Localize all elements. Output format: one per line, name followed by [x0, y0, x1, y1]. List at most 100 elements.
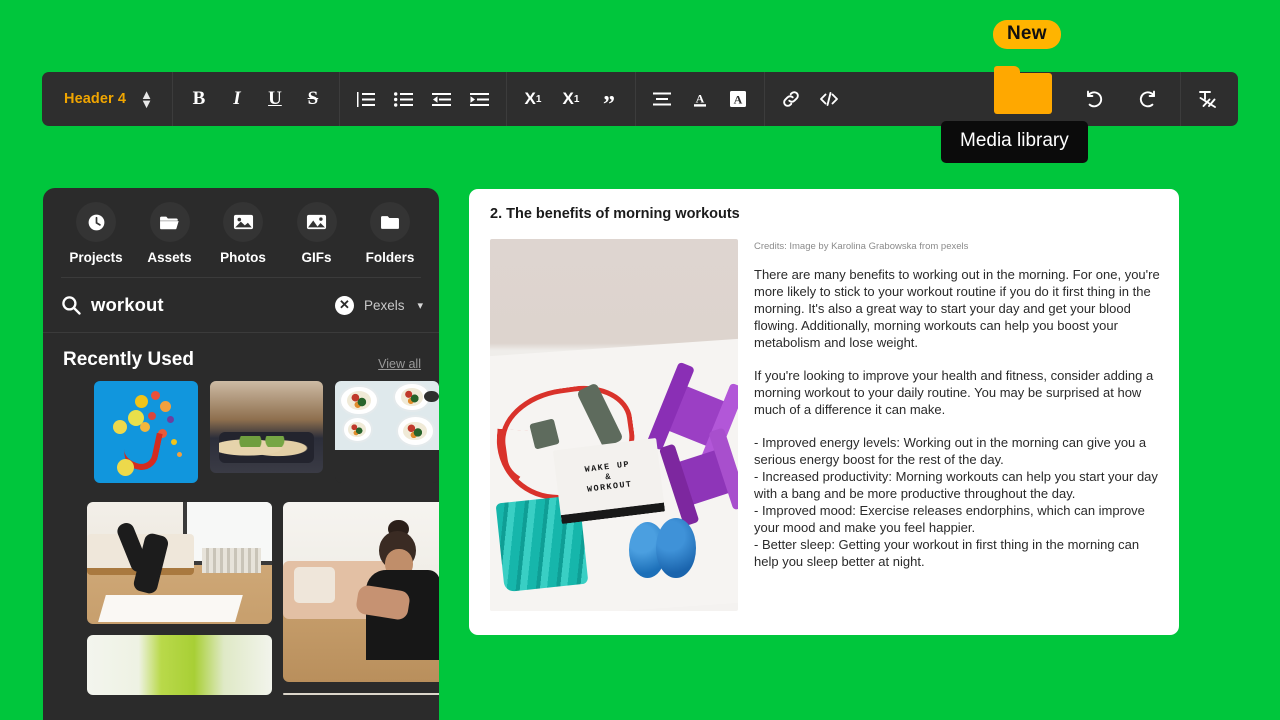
clear-formatting-button[interactable]: [1188, 79, 1226, 119]
underline-button[interactable]: U: [256, 79, 294, 119]
article-paragraph: There are many benefits to working out i…: [754, 267, 1160, 350]
up-down-caret-icon: ▲ ▼: [140, 87, 153, 111]
photo-result-green-plants[interactable]: [87, 635, 272, 695]
align-color-group: A A: [643, 72, 757, 126]
svg-text:A: A: [734, 93, 743, 107]
align-left-button[interactable]: [643, 79, 681, 119]
media-source-select[interactable]: Pexels: [364, 298, 405, 313]
superscript-base: X: [524, 89, 536, 108]
recently-used-strip: [43, 381, 439, 483]
photo-result-stretching-woman[interactable]: [283, 502, 439, 682]
media-library-tooltip: Media library: [941, 121, 1088, 163]
folder-icon: [370, 202, 410, 242]
subscript-base: X: [562, 89, 574, 108]
photo-result-partial-bottom[interactable]: [283, 693, 439, 695]
media-tab-projects[interactable]: Projects: [65, 202, 127, 265]
text-color-button[interactable]: A: [681, 79, 719, 119]
gif-image-icon: [296, 202, 337, 242]
article-bullet: - Better sleep: Getting your workout in …: [754, 537, 1140, 569]
ordered-list-button[interactable]: [347, 79, 385, 119]
article-paragraph: If you're looking to improve your health…: [754, 368, 1154, 417]
subscript-mark: 1: [573, 93, 580, 105]
new-badge: New: [993, 20, 1061, 49]
recent-thumb-tacos[interactable]: [209, 381, 324, 473]
clear-circle-icon[interactable]: ✕: [334, 295, 354, 315]
redo-button[interactable]: [1129, 79, 1167, 119]
recent-thumb-food-bowls[interactable]: [335, 381, 439, 483]
photo-result-yoga-livingroom[interactable]: [87, 502, 272, 624]
svg-text:A: A: [696, 92, 705, 106]
media-tabs: Projects Assets Photos GIFs Folders: [43, 188, 439, 271]
lightbox-sign: WAKE UP & WORKOUT: [552, 437, 666, 525]
superscript-mark: 1: [535, 93, 542, 105]
toolbar-divider: [1180, 72, 1181, 126]
superscript-button[interactable]: X1: [514, 79, 552, 119]
chevron-down-icon[interactable]: ▾: [417, 299, 423, 312]
italic-button[interactable]: I: [218, 79, 256, 119]
insert-group: [772, 72, 848, 126]
recently-used-title: Recently Used: [63, 349, 194, 370]
green-plants-photo: [87, 635, 272, 695]
link-button[interactable]: [772, 79, 810, 119]
app-root: Header 4 ▲ ▼ B I U S X 1 X 1 ” A A New M…: [0, 0, 1280, 720]
media-library-panel: Projects Assets Photos GIFs Folders work…: [43, 188, 439, 720]
blockquote-button[interactable]: ”: [590, 79, 628, 119]
photo-results-grid: [43, 483, 439, 695]
sign-line-2: &: [604, 471, 613, 483]
paragraph-style-select[interactable]: Header 4 ▲ ▼: [50, 72, 165, 126]
workout-flatlay-art: WAKE UP & WORKOUT: [490, 239, 738, 611]
outdent-button[interactable]: [423, 79, 461, 119]
search-input[interactable]: workout: [91, 294, 325, 316]
script-group: X1 X1 ”: [514, 72, 628, 126]
media-tab-assets[interactable]: Assets: [139, 202, 201, 265]
list-group: [347, 72, 499, 126]
photo-grid-column-left: [87, 502, 272, 695]
media-tab-label: Projects: [69, 250, 123, 265]
bold-button[interactable]: B: [180, 79, 218, 119]
lemon-graphic-art: [94, 381, 198, 483]
indent-button[interactable]: [461, 79, 499, 119]
stretching-woman-photo: [283, 502, 439, 682]
document-body: WAKE UP & WORKOUT Credits: Image by Karo…: [484, 239, 1161, 611]
clock-icon: [76, 202, 116, 242]
history-group: [1075, 72, 1167, 126]
image-icon: [223, 202, 263, 242]
search-icon: [61, 295, 81, 315]
editor-toolbar: Header 4 ▲ ▼ B I U S X 1 X 1 ” A A: [42, 72, 1238, 126]
food-bowls-photo: [335, 381, 439, 451]
toolbar-divider: [634, 72, 636, 126]
article-image-wrap: WAKE UP & WORKOUT: [490, 239, 742, 611]
code-button[interactable]: [810, 79, 848, 119]
partial-photo: [283, 693, 439, 695]
toolbar-divider: [338, 72, 340, 126]
media-tab-label: Assets: [147, 250, 192, 265]
toolbar-divider: [505, 72, 507, 126]
article-bullet: - Improved energy levels: Working out in…: [754, 435, 1147, 467]
bullet-list-button[interactable]: [385, 79, 423, 119]
folder-open-icon: [149, 202, 190, 242]
highlight-button[interactable]: A: [719, 79, 757, 119]
view-all-link[interactable]: View all: [378, 357, 421, 371]
media-tab-label: Photos: [220, 250, 266, 265]
article-bullet: - Improved mood: Exercise releases endor…: [754, 503, 1145, 535]
image-credit: Credits: Image by Karolina Grabowska fro…: [754, 241, 969, 252]
strikethrough-button[interactable]: S: [294, 79, 332, 119]
paragraph-style-label: Header 4: [64, 91, 127, 107]
subscript-button[interactable]: X1: [552, 79, 590, 119]
media-tab-folders[interactable]: Folders: [359, 202, 421, 265]
article-image-workout-flatlay[interactable]: WAKE UP & WORKOUT: [490, 239, 738, 611]
recently-used-header: Recently Used View all: [43, 333, 439, 381]
article-bullet-list: - Improved energy levels: Working out in…: [754, 434, 1161, 570]
media-tab-gifs[interactable]: GIFs: [286, 202, 348, 265]
media-search-row: workout ✕ Pexels ▾: [43, 278, 439, 332]
folder-icon: [994, 66, 1052, 114]
toolbar-divider: [171, 72, 173, 126]
article-text: Credits: Image by Karolina Grabowska fro…: [742, 239, 1161, 611]
media-tab-photos[interactable]: Photos: [212, 202, 274, 265]
undo-button[interactable]: [1075, 79, 1113, 119]
media-library-button[interactable]: [993, 58, 1053, 114]
recent-thumb-lemon-graphic[interactable]: [94, 381, 198, 483]
tacos-photo: [209, 381, 324, 473]
yoga-livingroom-photo: [87, 502, 272, 624]
document-card: 2. The benefits of morning workouts WAKE…: [469, 189, 1179, 635]
